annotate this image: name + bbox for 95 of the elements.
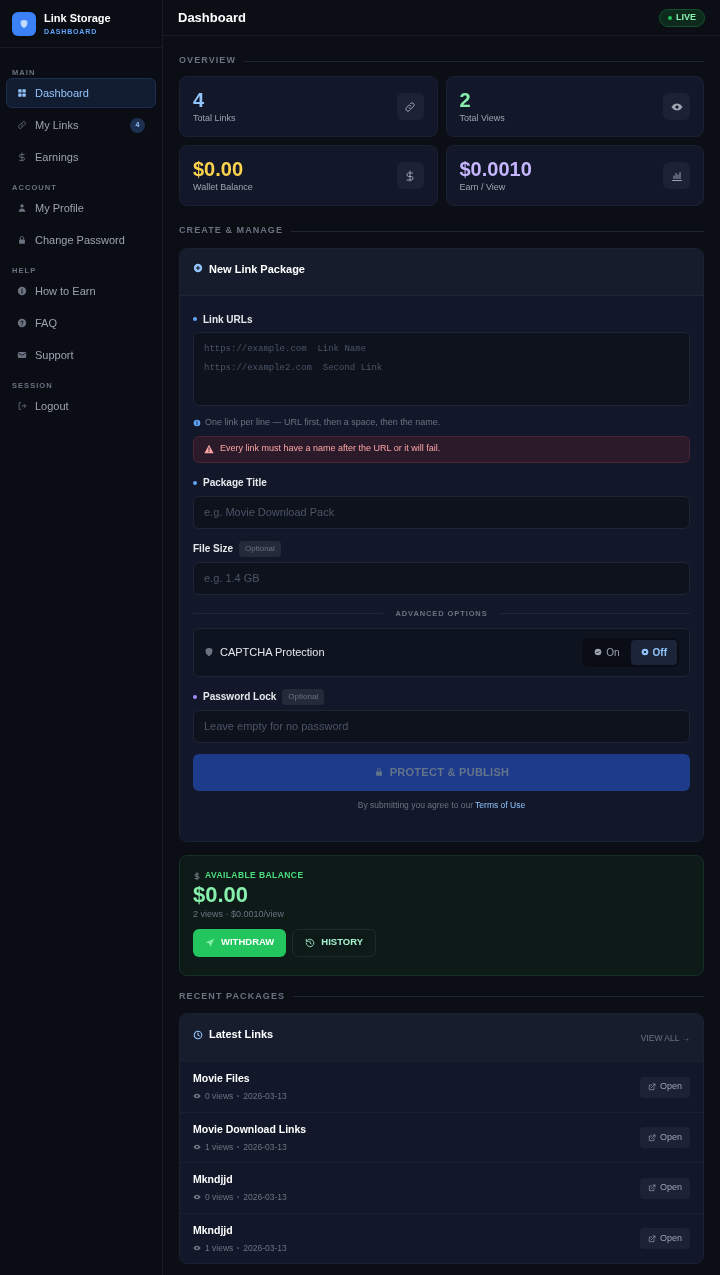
balance-detail: 2 views · $0.0010/view bbox=[193, 908, 286, 921]
history-button[interactable]: HISTORY bbox=[292, 928, 376, 957]
view-count: 1 views bbox=[205, 1241, 234, 1255]
package-name: Mkndjjd bbox=[193, 1222, 234, 1238]
field-label: File Size bbox=[193, 542, 233, 556]
sidebar-item[interactable]: FAQ bbox=[6, 308, 156, 338]
sidebar-item[interactable]: Support bbox=[6, 340, 156, 370]
open-button[interactable]: Open bbox=[639, 1076, 690, 1098]
stat-label: Earn / View bbox=[459, 180, 507, 194]
section-label: OVERVIEW bbox=[179, 54, 236, 68]
brand-name: Link Storage bbox=[44, 12, 111, 24]
external-link-icon bbox=[647, 1184, 656, 1192]
question-icon bbox=[17, 318, 27, 328]
placeholder-line: https://example.com Link Name bbox=[204, 343, 368, 356]
placeholder-line: https://example2.com Second Link bbox=[204, 361, 384, 375]
view-count: 1 views bbox=[205, 1140, 234, 1154]
check-circle-icon bbox=[594, 648, 603, 656]
external-link-icon bbox=[647, 1133, 656, 1142]
input-field[interactable]: e.g. Movie Download Pack bbox=[193, 495, 690, 529]
optional-tag: Optional bbox=[239, 540, 281, 557]
page-title: Dashboard bbox=[178, 8, 246, 27]
sidebar-item[interactable]: Dashboard bbox=[6, 78, 156, 108]
sidebar-item[interactable]: My Profile bbox=[6, 193, 156, 223]
sidebar-item[interactable]: How to Earn bbox=[6, 276, 156, 306]
open-button[interactable]: Open bbox=[639, 1177, 690, 1199]
plus-circle-icon bbox=[193, 263, 203, 273]
terms-text: By submitting you agree to our bbox=[357, 798, 474, 812]
package-name: Movie Files bbox=[193, 1071, 251, 1087]
view-count: 0 views bbox=[205, 1090, 234, 1103]
shield-icon bbox=[19, 18, 29, 29]
eye-icon bbox=[193, 1193, 201, 1202]
section-label: RECENT PACKAGES bbox=[179, 989, 286, 1003]
history-icon bbox=[305, 937, 316, 948]
user-icon bbox=[17, 203, 27, 213]
lock-icon bbox=[17, 235, 27, 245]
dollar-icon bbox=[404, 169, 416, 182]
hint-text: One link per line — URL first, then a space, then the name. bbox=[205, 416, 441, 429]
info-icon bbox=[17, 286, 27, 296]
logout-icon bbox=[17, 401, 27, 411]
eye-icon bbox=[193, 1243, 201, 1252]
stat-value: 2 bbox=[459, 87, 472, 112]
stat-label: Total Views bbox=[459, 111, 505, 125]
sidebar-item[interactable]: Earnings bbox=[6, 142, 156, 172]
package-date: 2026-03-13 bbox=[243, 1090, 287, 1103]
captcha-label: CAPTCHA Protection bbox=[220, 644, 325, 660]
card-title: New Link Package bbox=[209, 262, 305, 277]
x-circle-icon bbox=[640, 648, 649, 656]
stat-label: Total Links bbox=[193, 111, 236, 125]
toggle-option[interactable]: On bbox=[584, 639, 630, 665]
sidebar-item[interactable]: Logout bbox=[6, 391, 156, 421]
package-date: 2026-03-13 bbox=[243, 1241, 287, 1255]
card-title: Latest Links bbox=[209, 1027, 274, 1043]
view-count: 0 views bbox=[205, 1191, 234, 1204]
dollar-icon bbox=[17, 152, 27, 162]
stat-value: $0.00 bbox=[193, 156, 245, 181]
balance-amount: $0.00 bbox=[193, 882, 250, 908]
clock-icon bbox=[193, 1029, 203, 1040]
stat-value: $0.0010 bbox=[459, 156, 532, 181]
mail-icon bbox=[17, 350, 27, 360]
balance-label: AVAILABLE BALANCE bbox=[205, 869, 304, 882]
field-label: Package Title bbox=[203, 476, 267, 490]
stat-value: 4 bbox=[193, 87, 206, 112]
stat-label: Wallet Balance bbox=[193, 180, 253, 194]
grid-icon bbox=[17, 88, 27, 98]
toggle-option[interactable]: Off bbox=[630, 639, 677, 665]
live-badge: LIVE bbox=[659, 8, 705, 27]
field-label: Password Lock bbox=[203, 690, 277, 704]
optional-tag: Optional bbox=[282, 688, 325, 705]
link-icon bbox=[17, 120, 27, 130]
external-link-icon bbox=[647, 1083, 656, 1091]
input-field[interactable]: Leave empty for no password bbox=[193, 709, 690, 743]
package-name: Mkndjjd bbox=[193, 1172, 234, 1188]
view-all-link[interactable]: VIEW ALL → bbox=[640, 1032, 690, 1045]
section-label: CREATE & MANAGE bbox=[179, 224, 284, 238]
lock-icon bbox=[373, 767, 384, 777]
input-field[interactable]: e.g. 1.4 GB bbox=[193, 561, 690, 595]
link-icon bbox=[404, 100, 416, 113]
dollar-icon bbox=[193, 871, 201, 880]
open-button[interactable]: Open bbox=[639, 1127, 690, 1148]
bar-chart-icon bbox=[670, 169, 683, 182]
eye-icon bbox=[193, 1142, 201, 1151]
field-label: Link URLs bbox=[203, 312, 253, 327]
package-date: 2026-03-13 bbox=[243, 1140, 287, 1154]
warning-text: Every link must have a name after the URL or it will fail. bbox=[220, 442, 441, 456]
package-date: 2026-03-13 bbox=[243, 1191, 287, 1204]
shield-icon bbox=[204, 647, 214, 657]
warning-icon bbox=[204, 444, 214, 454]
terms-link[interactable]: Terms of Use bbox=[475, 798, 526, 812]
sidebar-item[interactable]: Change Password bbox=[6, 225, 156, 255]
info-icon bbox=[193, 418, 201, 427]
external-link-icon bbox=[647, 1234, 656, 1243]
open-button[interactable]: Open bbox=[639, 1228, 690, 1249]
eye-icon bbox=[193, 1092, 201, 1101]
package-name: Movie Download Links bbox=[193, 1121, 307, 1137]
paper-plane-icon bbox=[205, 937, 215, 948]
